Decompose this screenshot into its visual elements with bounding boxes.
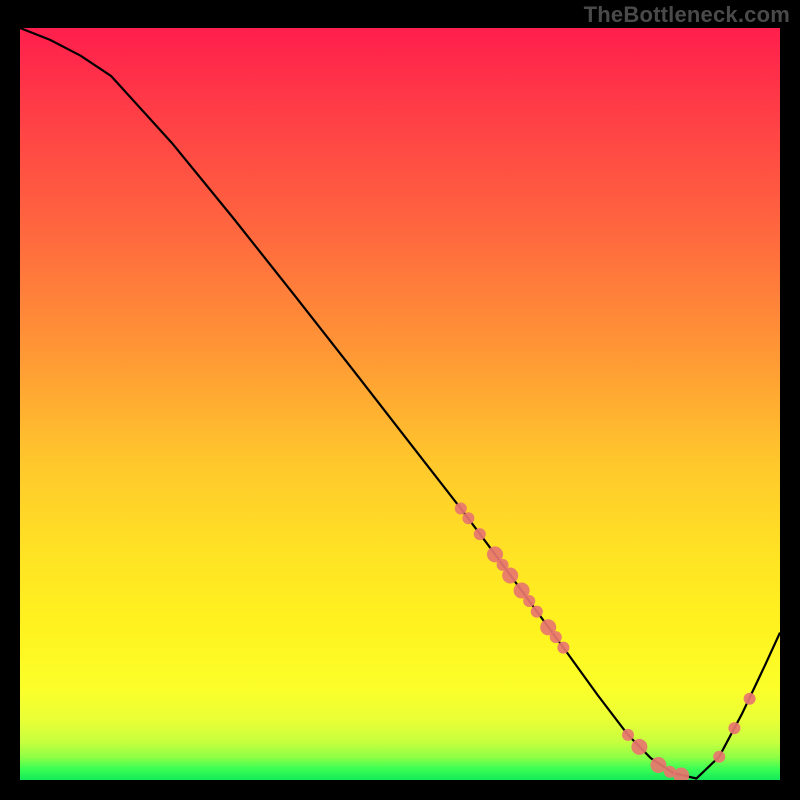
bottleneck-curve — [20, 28, 780, 779]
plot-area — [20, 28, 780, 780]
chart-overlay — [20, 28, 780, 780]
data-point — [474, 528, 486, 540]
data-point — [744, 693, 756, 705]
data-point — [531, 606, 543, 618]
data-point — [631, 739, 647, 755]
scatter-points — [455, 503, 756, 781]
data-point — [622, 729, 634, 741]
data-point — [502, 568, 518, 584]
data-point — [455, 503, 467, 515]
data-point — [557, 642, 569, 654]
chart-frame: TheBottleneck.com — [0, 0, 800, 800]
watermark-text: TheBottleneck.com — [584, 2, 790, 28]
data-point — [462, 512, 474, 524]
data-point — [523, 595, 535, 607]
data-point — [713, 751, 725, 763]
data-point — [550, 631, 562, 643]
data-point — [673, 768, 689, 781]
data-point — [728, 722, 740, 734]
